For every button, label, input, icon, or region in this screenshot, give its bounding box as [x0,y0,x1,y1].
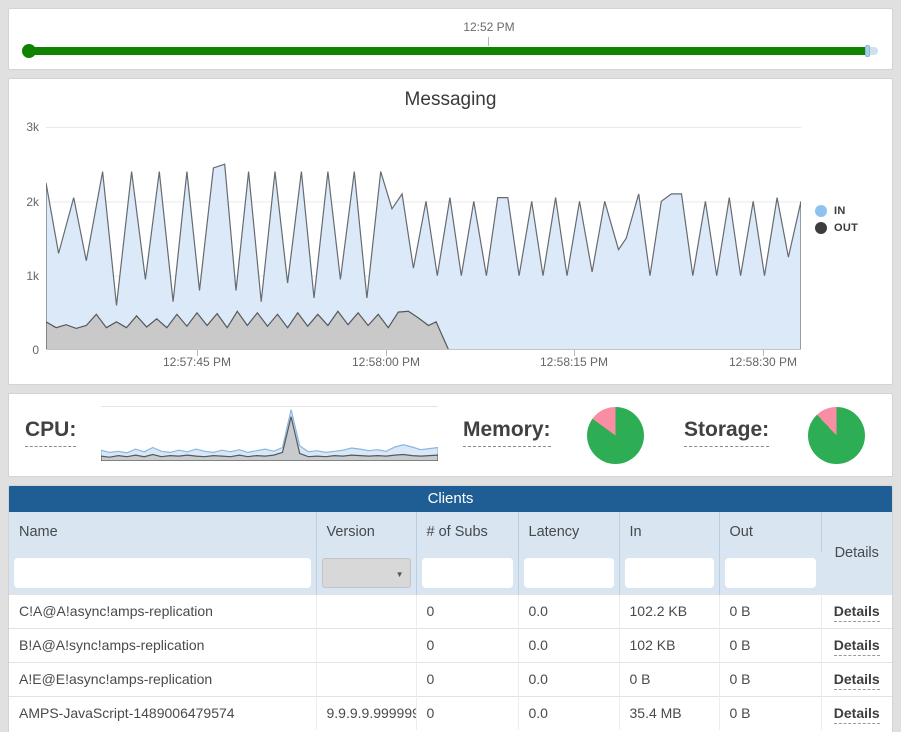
client-version: 9.9.9.9.999999 [316,696,416,730]
timeline-card: 12:52 PM [8,8,893,70]
subs-filter-input[interactable] [422,558,513,588]
messaging-card: Messaging 3k 2k 1k 0 12:57:45 PM 12:58:0… [8,78,893,385]
column-header-latency[interactable]: Latency [518,512,619,552]
table-row: B!A@A!sync!amps-replication 0 0.0 102 KB… [9,628,892,662]
cpu-sparkline-chart [101,406,438,461]
client-latency: 0.0 [518,662,619,696]
clients-table-title: Clients [9,486,892,512]
client-version [316,594,416,628]
column-header-subs[interactable]: # of Subs [416,512,518,552]
column-header-name[interactable]: Name [9,512,316,552]
storage-pie-chart [808,407,865,464]
chart-legend: IN OUT [815,205,858,239]
column-header-version[interactable]: Version [316,512,416,552]
client-latency: 0.0 [518,594,619,628]
client-name: C!A@A!async!amps-replication [9,594,316,628]
y-axis-tick-label: 3k [11,120,39,134]
chevron-down-icon: ▼ [396,570,404,579]
messaging-chart-svg [46,127,801,350]
client-name: AMPS-JavaScript-1489006479574 [9,696,316,730]
memory-pie-chart [587,407,644,464]
timeline-slider-track[interactable] [26,47,878,55]
version-filter-select[interactable]: ▼ [322,558,411,588]
timeline-left-handle-icon[interactable] [22,44,36,58]
client-name: A!E@E!async!amps-replication [9,662,316,696]
client-latency: 0.0 [518,696,619,730]
x-axis-tick-label: 12:58:15 PM [519,355,629,369]
table-row: A!E@E!async!amps-replication 0 0.0 0 B 0… [9,662,892,696]
legend-item-in[interactable]: IN [815,205,858,217]
timeline-tick-mark [488,37,489,46]
client-out: 0 B [719,594,821,628]
name-filter-input[interactable] [14,558,311,588]
details-link[interactable]: Details [834,637,880,656]
client-name: B!A@A!sync!amps-replication [9,628,316,662]
client-out: 0 B [719,662,821,696]
legend-label-out: OUT [834,222,858,234]
latency-filter-input[interactable] [524,558,614,588]
clients-table-card: Clients Name Version # of Subs Latency I… [8,485,893,732]
cpu-sparkline-svg [101,407,438,461]
client-version [316,628,416,662]
clients-table: Name Version # of Subs Latency In Out De… [9,512,892,730]
client-version [316,662,416,696]
cpu-label[interactable]: CPU: [25,418,76,447]
y-axis-tick-label: 1k [11,269,39,283]
client-subs: 0 [416,662,518,696]
out-series-dot-icon [815,222,827,234]
client-in: 0 B [619,662,719,696]
x-axis-tick-label: 12:58:30 PM [708,355,818,369]
messaging-chart-title: Messaging [9,89,892,111]
resources-card: CPU: Memory: Storage: [8,393,893,477]
table-header-row: Name Version # of Subs Latency In Out De… [9,512,892,552]
messaging-chart [46,127,801,350]
in-series-dot-icon [815,205,827,217]
timeline-time-label: 12:52 PM [441,20,537,34]
details-link[interactable]: Details [834,603,880,622]
details-link[interactable]: Details [834,705,880,724]
memory-label[interactable]: Memory: [463,418,551,447]
legend-label-in: IN [834,205,846,217]
column-header-in[interactable]: In [619,512,719,552]
y-axis-tick-label: 2k [11,195,39,209]
client-subs: 0 [416,594,518,628]
x-axis-tick-label: 12:57:45 PM [142,355,252,369]
column-header-details: Details [821,512,892,594]
client-out: 0 B [719,628,821,662]
y-axis-tick-label: 0 [11,343,39,357]
table-filter-row: ▼ [9,552,892,594]
legend-item-out[interactable]: OUT [815,222,858,234]
client-latency: 0.0 [518,628,619,662]
client-subs: 0 [416,696,518,730]
column-header-out[interactable]: Out [719,512,821,552]
in-filter-input[interactable] [625,558,714,588]
client-in: 102.2 KB [619,594,719,628]
timeline-slider-fill [26,47,870,55]
details-link[interactable]: Details [834,671,880,690]
storage-label[interactable]: Storage: [684,418,769,447]
client-in: 102 KB [619,628,719,662]
client-out: 0 B [719,696,821,730]
timeline-right-handle-icon[interactable] [865,45,870,57]
table-row: AMPS-JavaScript-1489006479574 9.9.9.9.99… [9,696,892,730]
table-row: C!A@A!async!amps-replication 0 0.0 102.2… [9,594,892,628]
x-axis-tick-label: 12:58:00 PM [331,355,441,369]
client-subs: 0 [416,628,518,662]
client-in: 35.4 MB [619,696,719,730]
out-filter-input[interactable] [725,558,817,588]
